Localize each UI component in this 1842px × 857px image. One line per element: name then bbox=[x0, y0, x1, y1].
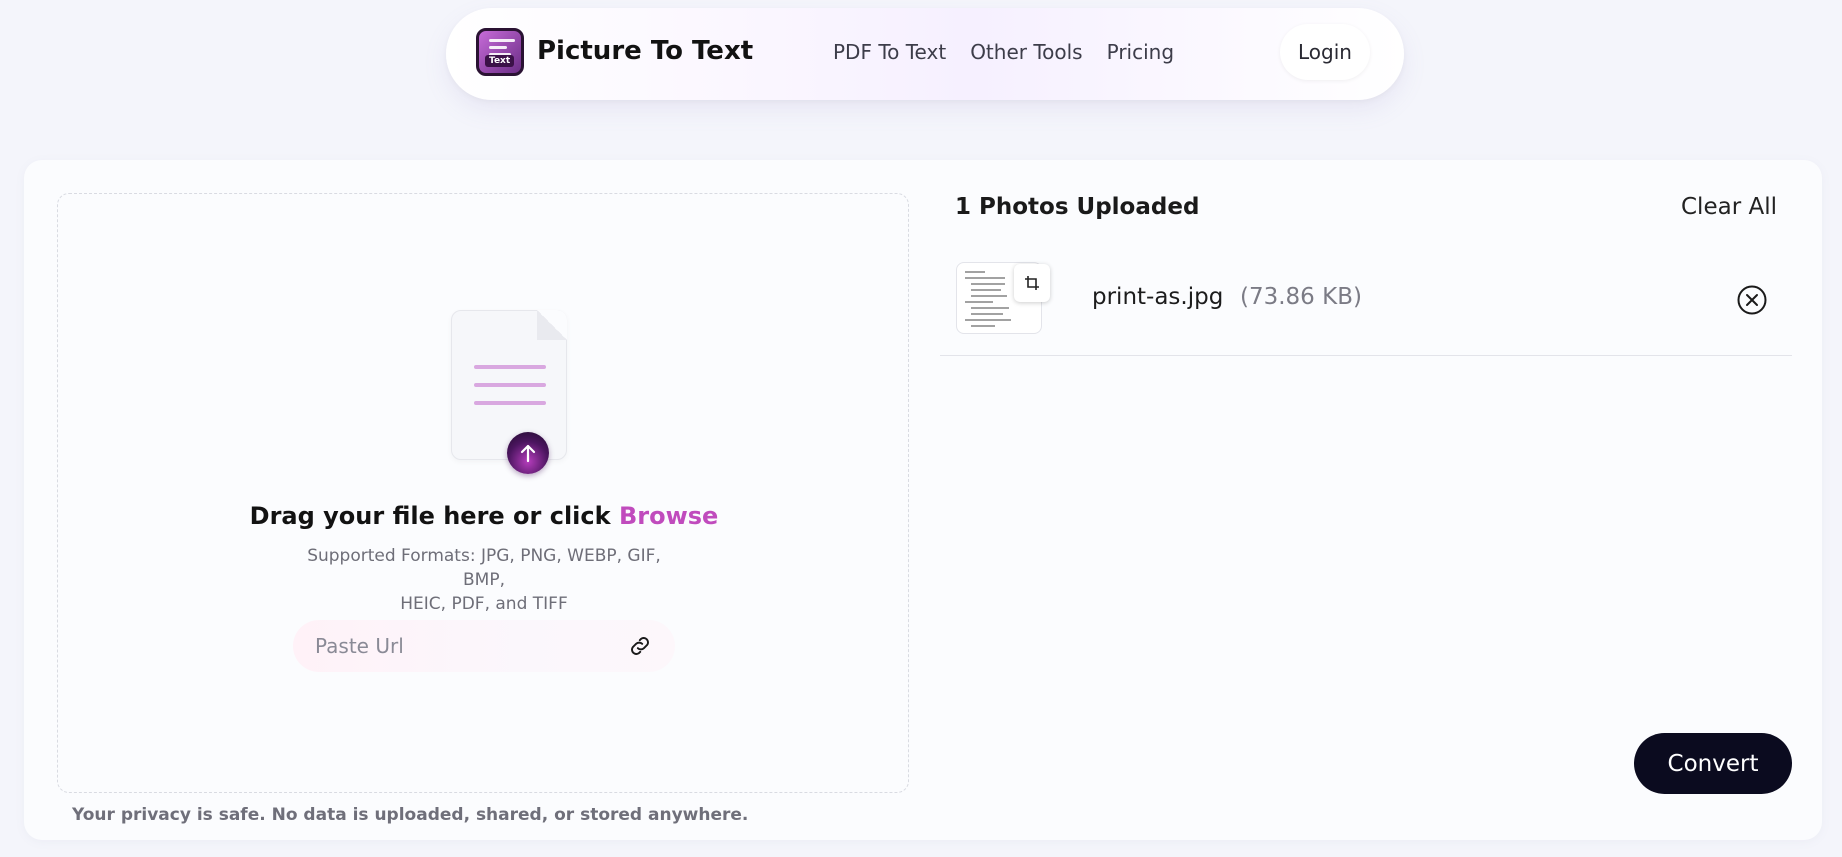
paste-url-field bbox=[293, 620, 675, 672]
top-navbar: Text Picture To Text PDF To Text Other T… bbox=[446, 8, 1404, 100]
convert-button[interactable]: Convert bbox=[1634, 733, 1792, 794]
close-circle-icon[interactable] bbox=[1736, 284, 1768, 316]
brand-name[interactable]: Picture To Text bbox=[537, 36, 753, 66]
app-logo-icon[interactable]: Text bbox=[476, 28, 524, 76]
file-dropzone[interactable]: Drag your file here or click Browse Supp… bbox=[57, 193, 909, 793]
login-button[interactable]: Login bbox=[1280, 24, 1370, 80]
formats-line-2: HEIC, PDF, and TIFF bbox=[400, 594, 568, 614]
logo-badge: Text bbox=[485, 55, 515, 67]
crop-icon[interactable] bbox=[1014, 264, 1050, 302]
privacy-note: Your privacy is safe. No data is uploade… bbox=[72, 805, 749, 825]
document-icon bbox=[451, 310, 567, 460]
converter-card: Drag your file here or click Browse Supp… bbox=[24, 160, 1822, 840]
drag-instruction: Drag your file here or click Browse bbox=[58, 502, 910, 530]
drag-text: Drag your file here or click bbox=[249, 502, 611, 530]
paste-url-input[interactable] bbox=[315, 634, 627, 658]
nav-pdf-to-text[interactable]: PDF To Text bbox=[833, 40, 946, 64]
clear-all-button[interactable]: Clear All bbox=[1681, 194, 1777, 220]
supported-formats: Supported Formats: JPG, PNG, WEBP, GIF, … bbox=[284, 544, 684, 616]
uploaded-count-title: 1 Photos Uploaded bbox=[955, 194, 1200, 220]
nav-pricing[interactable]: Pricing bbox=[1107, 40, 1174, 64]
browse-link[interactable]: Browse bbox=[619, 502, 718, 530]
main-nav: PDF To Text Other Tools Pricing bbox=[833, 40, 1174, 64]
file-name: print-as.jpg bbox=[1092, 284, 1224, 310]
nav-other-tools[interactable]: Other Tools bbox=[970, 40, 1082, 64]
file-size: (73.86 KB) bbox=[1240, 284, 1362, 310]
upload-arrow-icon[interactable] bbox=[507, 432, 549, 474]
link-icon[interactable] bbox=[627, 633, 653, 659]
file-list-item: print-as.jpg (73.86 KB) bbox=[940, 256, 1792, 356]
formats-line-1: Supported Formats: JPG, PNG, WEBP, GIF, … bbox=[307, 546, 661, 590]
